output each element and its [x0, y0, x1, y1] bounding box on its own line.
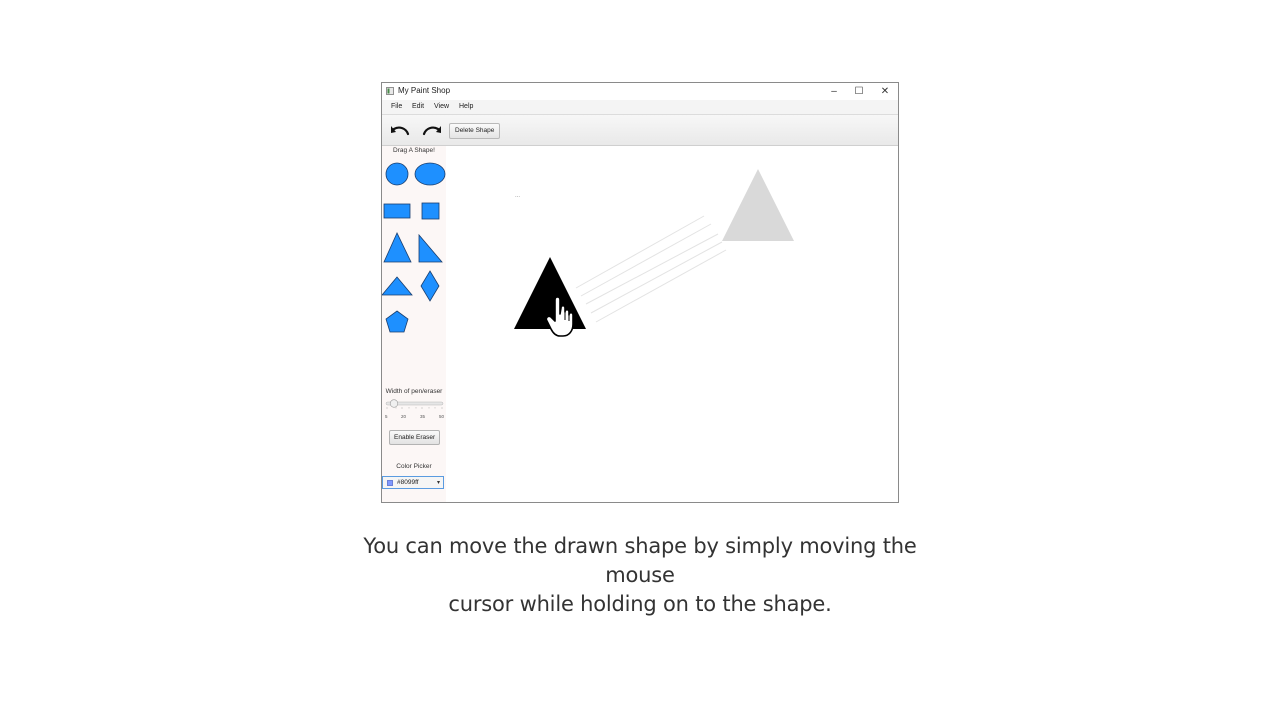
motion-lines	[575, 215, 727, 323]
circle-shape[interactable]	[385, 162, 409, 186]
close-button[interactable]: ✕	[872, 83, 898, 100]
window-title: My Paint Shop	[398, 86, 451, 95]
slider-tick-35: 35	[420, 414, 426, 419]
color-swatch	[387, 480, 393, 486]
app-window: My Paint Shop – ☐ ✕ File Edit View Help …	[381, 82, 899, 503]
maximize-button[interactable]: ☐	[846, 83, 872, 100]
pentagon-shape[interactable]	[385, 310, 409, 333]
ghost-triangle-shape	[722, 169, 794, 241]
slider-tick-50: 50	[439, 414, 445, 419]
chevron-down-icon: ▾	[436, 480, 440, 486]
caption-line-2: cursor while holding on to the shape.	[448, 592, 832, 616]
menu-file[interactable]: File	[391, 103, 402, 110]
triangle-shape[interactable]	[383, 232, 412, 263]
pen-width-slider[interactable]: 5 20 35 50	[385, 397, 445, 423]
title-bar: My Paint Shop – ☐ ✕	[382, 83, 898, 100]
enable-eraser-button[interactable]: Enable Eraser	[389, 430, 441, 445]
shape-sidebar: Drag A Shape! Width of pen/eraser 5 20 3…	[382, 146, 446, 502]
menu-edit[interactable]: Edit	[412, 103, 424, 110]
toolbar: Delete Shape	[382, 115, 898, 146]
caption-line-1: You can move the drawn shape by simply m…	[363, 534, 917, 587]
square-shape[interactable]	[421, 202, 440, 220]
menu-help[interactable]: Help	[459, 103, 473, 110]
caption: You can move the drawn shape by simply m…	[340, 532, 940, 619]
canvas-drawing: ...	[514, 169, 794, 337]
color-picker-label: Color Picker	[396, 463, 432, 470]
menu-view[interactable]: View	[434, 103, 449, 110]
shape-palette	[382, 162, 446, 333]
canvas-dots: ...	[515, 193, 520, 199]
undo-icon[interactable]	[389, 123, 411, 137]
app-icon	[386, 87, 394, 95]
color-picker[interactable]: #8099ff ▾	[382, 476, 444, 489]
slider-thumb[interactable]	[389, 399, 399, 408]
slider-tick-5: 5	[385, 414, 388, 419]
diamond-shape[interactable]	[420, 270, 440, 302]
ellipse-shape[interactable]	[414, 162, 446, 186]
slider-tick-20: 20	[401, 414, 407, 419]
pen-width-label: Width of pen/eraser	[385, 388, 443, 395]
menu-bar: File Edit View Help	[382, 100, 898, 115]
redo-icon[interactable]	[421, 123, 443, 137]
minimize-button[interactable]: –	[821, 83, 847, 100]
color-value: #8099ff	[397, 479, 419, 486]
delete-shape-button[interactable]: Delete Shape	[449, 123, 501, 139]
rectangle-shape[interactable]	[383, 203, 411, 219]
drawing-canvas[interactable]: ...	[446, 146, 898, 502]
flat-triangle-shape[interactable]	[382, 276, 413, 296]
right-triangle-shape[interactable]	[418, 233, 443, 263]
